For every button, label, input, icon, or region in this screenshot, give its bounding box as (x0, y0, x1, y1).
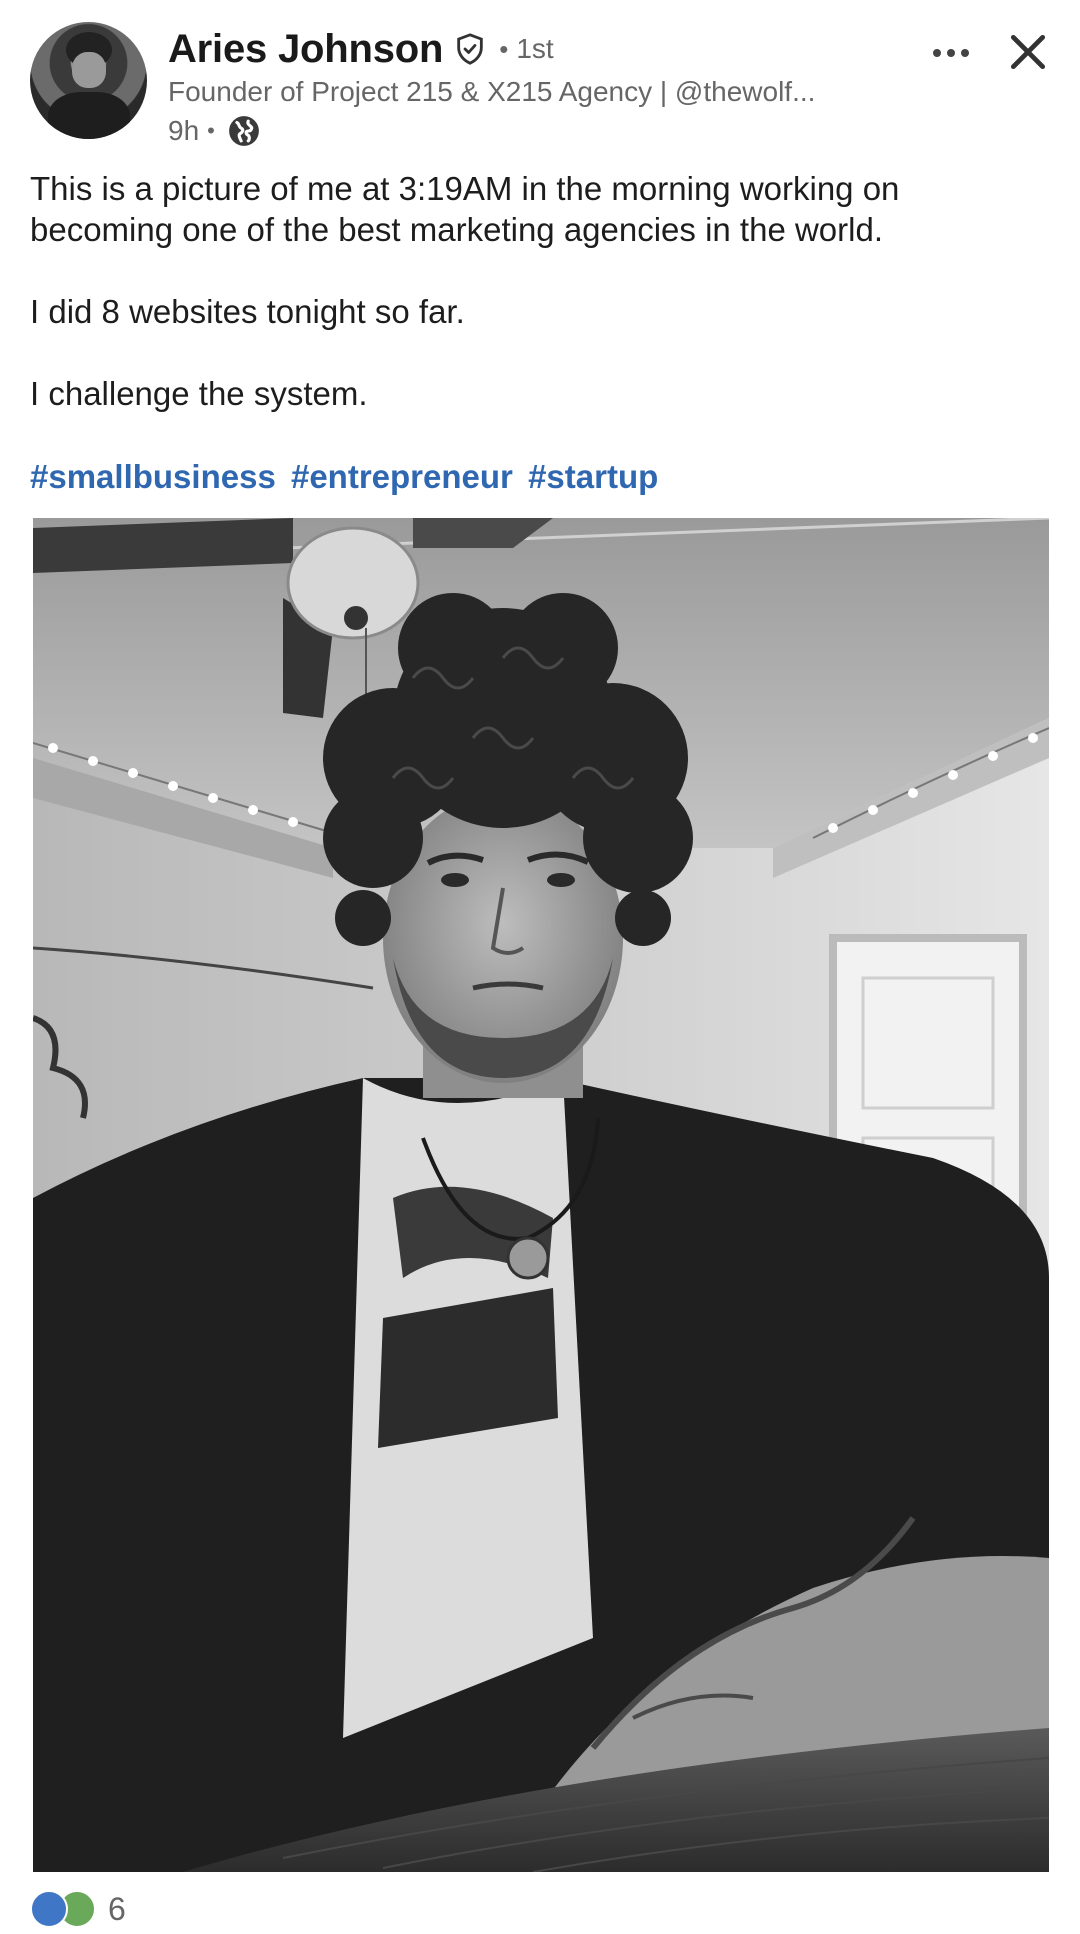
avatar[interactable] (30, 22, 147, 139)
more-options-button[interactable] (924, 38, 978, 68)
connection-degree: 1st (516, 33, 554, 64)
verified-shield-icon (457, 33, 483, 65)
globe-icon (228, 116, 259, 146)
post-body: This is a picture of me at 3:19AM in the… (30, 168, 1040, 414)
post-photo[interactable] (33, 518, 1049, 1872)
reactions-bar[interactable]: 6 (30, 1890, 126, 1928)
post-time: 9h (168, 115, 200, 146)
post-paragraph: This is a picture of me at 3:19AM in the… (30, 170, 900, 248)
separator-dot: • (499, 33, 509, 64)
dot-icon (933, 49, 941, 57)
close-icon[interactable] (1006, 30, 1050, 74)
linkedin-post: Aries Johnson • 1st Founder of Project 2… (0, 0, 1080, 1934)
like-icon (30, 1890, 68, 1928)
dot-icon (947, 49, 955, 57)
hashtag-link[interactable]: #smallbusiness (30, 458, 276, 495)
reaction-count: 6 (108, 1890, 126, 1927)
dot-icon (961, 49, 969, 57)
author-meta: Aries Johnson • 1st Founder of Project 2… (168, 26, 930, 148)
post-paragraph: I did 8 websites tonight so far. (30, 293, 465, 330)
hashtag-link[interactable]: #startup (528, 458, 658, 495)
post-header: Aries Johnson • 1st Founder of Project 2… (30, 22, 1050, 146)
separator-dot: • (207, 118, 215, 143)
photo-illustration (33, 518, 1049, 1872)
hashtag-link[interactable]: #entrepreneur (291, 458, 513, 495)
author-headline: Founder of Project 215 & X215 Agency | @… (168, 76, 816, 107)
author-name[interactable]: Aries Johnson (168, 27, 443, 72)
hashtag-list: #smallbusiness #entrepreneur #startup (30, 458, 664, 496)
post-paragraph: I challenge the system. (30, 375, 368, 412)
